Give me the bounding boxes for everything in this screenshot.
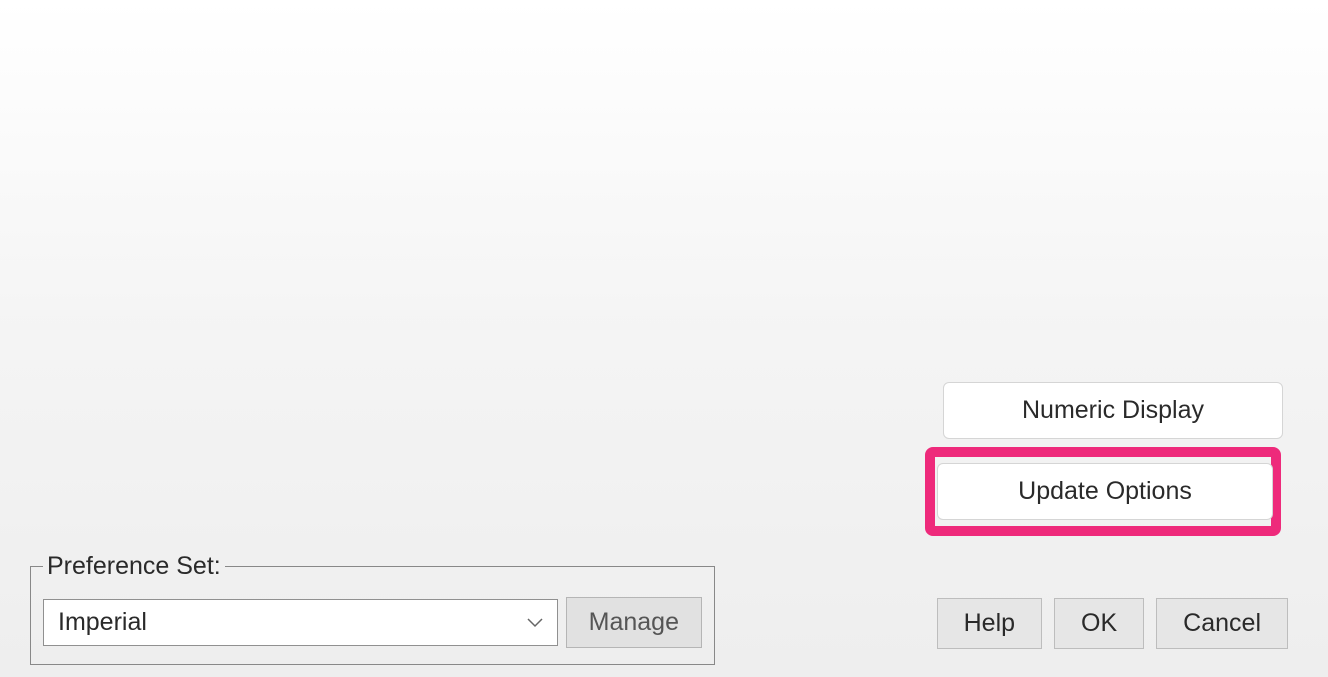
highlight-frame: Update Options <box>925 447 1281 536</box>
preference-set-row: Imperial Manage <box>43 597 702 648</box>
preference-set-group: Preference Set: Imperial Manage <box>30 552 715 665</box>
chevron-down-icon <box>527 612 543 633</box>
help-button[interactable]: Help <box>937 598 1042 649</box>
side-button-group: Numeric Display Update Options <box>933 382 1283 536</box>
manage-button[interactable]: Manage <box>566 597 702 648</box>
ok-button[interactable]: OK <box>1054 598 1144 649</box>
preference-set-fieldset: Preference Set: Imperial Manage <box>30 552 715 665</box>
cancel-button[interactable]: Cancel <box>1156 598 1288 649</box>
preference-set-legend: Preference Set: <box>43 552 225 581</box>
preference-set-dropdown[interactable]: Imperial <box>43 599 558 646</box>
update-options-button[interactable]: Update Options <box>937 463 1273 520</box>
numeric-display-button[interactable]: Numeric Display <box>943 382 1283 439</box>
preference-set-selected: Imperial <box>58 608 147 637</box>
footer-button-row: Help OK Cancel <box>937 598 1288 649</box>
